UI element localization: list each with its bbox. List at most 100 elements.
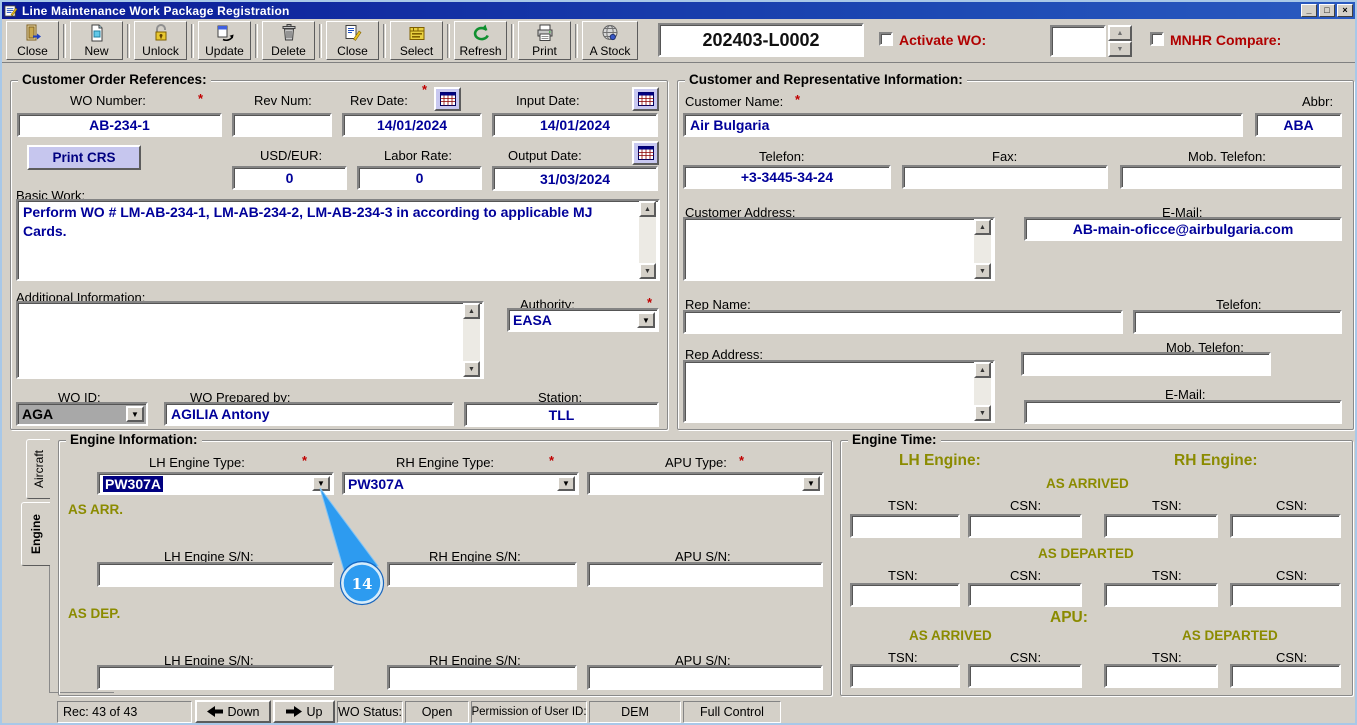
chevron-down-icon[interactable]: ▼ (637, 312, 655, 328)
apu-sn-departed-field[interactable] (587, 665, 823, 690)
lh-engine-type-label: LH Engine Type: (149, 455, 245, 470)
scroll-down-icon[interactable]: ▼ (639, 263, 656, 279)
input-date-field[interactable]: 14/01/2024 (492, 113, 658, 137)
lh-engine-type-dropdown[interactable]: PW307A ▼ (97, 472, 334, 495)
scroll-down-icon[interactable]: ▼ (463, 361, 480, 377)
lh-engine-sn-arrived-field[interactable] (97, 562, 334, 587)
additional-information-textarea[interactable] (16, 301, 484, 379)
tsn-label: TSN: (1152, 498, 1182, 513)
rev-date-calendar-button[interactable] (434, 87, 461, 111)
fax-field[interactable] (902, 165, 1108, 189)
scroll-up-icon[interactable]: ▲ (463, 303, 480, 319)
toolbar-print-button[interactable]: Print (518, 21, 571, 60)
toolbar-select-button[interactable]: Select (390, 21, 443, 60)
csn-label: CSN: (1276, 498, 1307, 513)
telefon-field[interactable]: +3-3445-34-24 (683, 165, 891, 189)
toolbar-refresh-button[interactable]: Refresh (454, 21, 507, 60)
rep-name-field[interactable] (683, 310, 1123, 334)
labor-rate-field[interactable]: 0 (357, 166, 482, 190)
output-date-calendar-button[interactable] (632, 141, 659, 165)
scroll-up-icon[interactable]: ▲ (639, 201, 656, 217)
tab-engine[interactable]: Engine (21, 502, 50, 566)
activate-wo-checkbox[interactable] (879, 32, 893, 46)
email-field[interactable]: AB-main-oficce@airbulgaria.com (1024, 217, 1342, 241)
apu-type-dropdown[interactable]: ▼ (587, 472, 824, 495)
chevron-down-icon[interactable]: ▼ (312, 476, 330, 491)
chevron-down-icon[interactable]: ▼ (802, 476, 820, 491)
spinner-up-button[interactable]: ▲ (1108, 25, 1132, 41)
lh-tsn-departed-field[interactable] (850, 583, 960, 607)
apu-tsn-arrived-field[interactable] (850, 664, 960, 688)
record-up-button[interactable]: Up (273, 700, 335, 723)
toolbar-close2-button[interactable]: Close (326, 21, 379, 60)
customer-name-field[interactable]: Air Bulgaria (683, 113, 1243, 137)
abbr-field[interactable]: ABA (1255, 113, 1342, 137)
toolbar-a-stock-button[interactable]: A Stock (582, 21, 638, 60)
apu-csn-departed-field[interactable] (1230, 664, 1341, 688)
scroll-up-icon[interactable]: ▲ (974, 219, 991, 235)
restore-button[interactable]: □ (1319, 4, 1335, 17)
apu-csn-arrived-field[interactable] (968, 664, 1082, 688)
basic-work-textarea[interactable]: Perform WO # LM-AB-234-1, LM-AB-234-2, L… (16, 199, 660, 281)
rh-engine-type-dropdown[interactable]: PW307A ▼ (342, 472, 579, 495)
scroll-down-icon[interactable]: ▼ (974, 405, 991, 421)
usd-eur-field[interactable]: 0 (232, 166, 347, 190)
output-date-field[interactable]: 31/03/2024 (492, 166, 658, 191)
toolbar-update-button[interactable]: Update (198, 21, 251, 60)
toolbar-separator (511, 24, 514, 58)
toolbar-new-button[interactable]: New (70, 21, 123, 60)
rh-engine-sn-departed-field[interactable] (387, 665, 577, 690)
station-field[interactable]: TLL (464, 402, 659, 427)
csn-label: CSN: (1010, 568, 1041, 583)
apu-sn-arrived-field[interactable] (587, 562, 823, 587)
rep-address-textarea[interactable] (683, 360, 995, 423)
lh-tsn-arrived-field[interactable] (850, 514, 960, 538)
input-date-calendar-button[interactable] (632, 87, 659, 111)
rep-email-field[interactable] (1024, 400, 1342, 424)
rh-csn-arrived-field[interactable] (1230, 514, 1341, 538)
basic-work-scrollbar[interactable]: ▲ ▼ (639, 201, 656, 279)
customer-address-textarea[interactable] (683, 217, 995, 281)
rev-num-field[interactable] (232, 113, 332, 137)
mob-telefon-field[interactable] (1120, 165, 1342, 189)
lh-engine-sn-departed-field[interactable] (97, 665, 334, 690)
customer-address-scrollbar[interactable]: ▲ ▼ (974, 219, 991, 279)
print-crs-button[interactable]: Print CRS (27, 145, 141, 170)
lh-csn-arrived-field[interactable] (968, 514, 1082, 538)
mnhr-compare-checkbox[interactable] (1150, 32, 1164, 46)
record-down-button[interactable]: Down (195, 700, 271, 723)
rh-engine-sn-arrived-field[interactable] (387, 562, 577, 587)
rep-mob-telefon-field[interactable] (1021, 352, 1271, 376)
rh-csn-departed-field[interactable] (1230, 583, 1341, 607)
toolbar-unlock-button[interactable]: Unlock (134, 21, 187, 60)
window-title: Line Maintenance Work Package Registrati… (22, 4, 1299, 18)
authority-dropdown[interactable]: EASA ▼ (507, 308, 659, 332)
toolbar-separator (319, 24, 322, 58)
rev-date-field[interactable]: 14/01/2024 (342, 113, 482, 137)
toolbar-delete-button[interactable]: Delete (262, 21, 315, 60)
wo-prepared-by-field[interactable]: AGILIA Antony (164, 402, 454, 426)
wo-package-number-display: 202403-L0002 (658, 23, 864, 57)
close-window-button[interactable]: × (1337, 4, 1353, 17)
spinner-down-button[interactable]: ▼ (1108, 41, 1132, 57)
activate-wo-spinner-input[interactable] (1050, 25, 1106, 57)
rh-tsn-departed-field[interactable] (1104, 583, 1218, 607)
additional-information-scrollbar[interactable]: ▲ ▼ (463, 303, 480, 377)
wo-number-field[interactable]: AB-234-1 (17, 113, 222, 137)
chevron-down-icon[interactable]: ▼ (557, 476, 575, 491)
title-bar[interactable]: Line Maintenance Work Package Registrati… (2, 2, 1355, 19)
mnhr-compare-label: MNHR Compare: (1170, 32, 1281, 48)
toolbar-close-button[interactable]: Close (6, 21, 59, 60)
scroll-up-icon[interactable]: ▲ (974, 362, 991, 378)
minimize-button[interactable]: _ (1301, 4, 1317, 17)
scroll-down-icon[interactable]: ▼ (974, 263, 991, 279)
wo-id-dropdown[interactable]: AGA ▼ (16, 402, 148, 426)
calendar-icon (638, 146, 654, 160)
rh-tsn-arrived-field[interactable] (1104, 514, 1218, 538)
apu-tsn-departed-field[interactable] (1104, 664, 1218, 688)
chevron-down-icon[interactable]: ▼ (126, 406, 144, 422)
tab-aircraft[interactable]: Aircraft (26, 439, 50, 499)
rep-telefon-field[interactable] (1133, 310, 1342, 334)
rep-address-scrollbar[interactable]: ▲ ▼ (974, 362, 991, 421)
lh-csn-departed-field[interactable] (968, 583, 1082, 607)
